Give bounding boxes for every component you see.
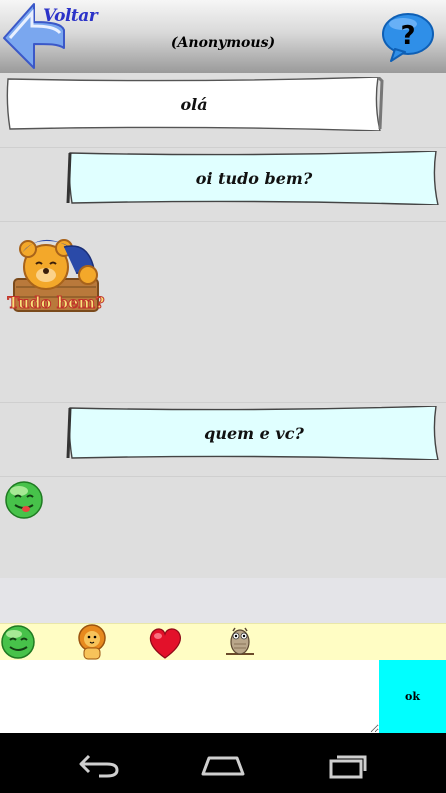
message-text: quem e vc? <box>204 423 304 443</box>
message-text: oi tudo bem? <box>195 168 313 188</box>
heart-emoji-button[interactable] <box>147 624 184 661</box>
nav-home-icon <box>201 756 245 776</box>
message-row: quem e vc? <box>0 402 446 477</box>
top-bar: Voltar (Anonymous) ? <box>0 0 446 73</box>
nav-home-button[interactable] <box>193 747 253 783</box>
smiley-icon <box>1 625 35 659</box>
message-input[interactable] <box>0 660 379 733</box>
sent-message-bubble: oi tudo bem? <box>66 151 442 205</box>
message-text: olá <box>180 94 208 114</box>
sticker-caption: Tudo bem? <box>7 293 104 312</box>
emoji-bar <box>0 623 446 661</box>
toolbar-strip <box>0 578 446 623</box>
owl-emoji-button[interactable] <box>221 624 258 661</box>
heart-icon <box>149 628 182 659</box>
lion-emoji-button[interactable] <box>74 624 111 661</box>
page-title: (Anonymous) <box>170 35 276 51</box>
received-message-bubble: olá <box>4 77 384 131</box>
bear-sticker: Tudo bem? <box>7 239 105 313</box>
nav-recents-button[interactable] <box>318 747 378 783</box>
sent-message-bubble: quem e vc? <box>66 406 442 460</box>
nav-recents-icon <box>329 755 367 779</box>
help-button[interactable]: ? <box>381 12 435 62</box>
help-icon: ? <box>382 13 434 62</box>
smiley-tongue-sticker <box>5 481 43 519</box>
message-row <box>0 476 446 577</box>
message-row: olá <box>0 73 446 148</box>
owl-icon <box>226 627 254 655</box>
chat-area[interactable]: olá oi tudo bem? Tudo bem? quem e vc? <box>0 73 446 578</box>
smiley-emoji-button[interactable] <box>0 624 37 661</box>
nav-back-button[interactable] <box>69 747 129 783</box>
svg-text:?: ? <box>400 21 415 51</box>
system-nav-bar <box>0 733 446 793</box>
lion-icon <box>78 624 106 660</box>
message-row: oi tudo bem? <box>0 147 446 222</box>
back-label: Voltar <box>43 6 98 26</box>
nav-back-icon <box>79 754 119 778</box>
ok-button[interactable]: ok <box>379 660 446 733</box>
message-row: Tudo bem? <box>0 221 446 403</box>
